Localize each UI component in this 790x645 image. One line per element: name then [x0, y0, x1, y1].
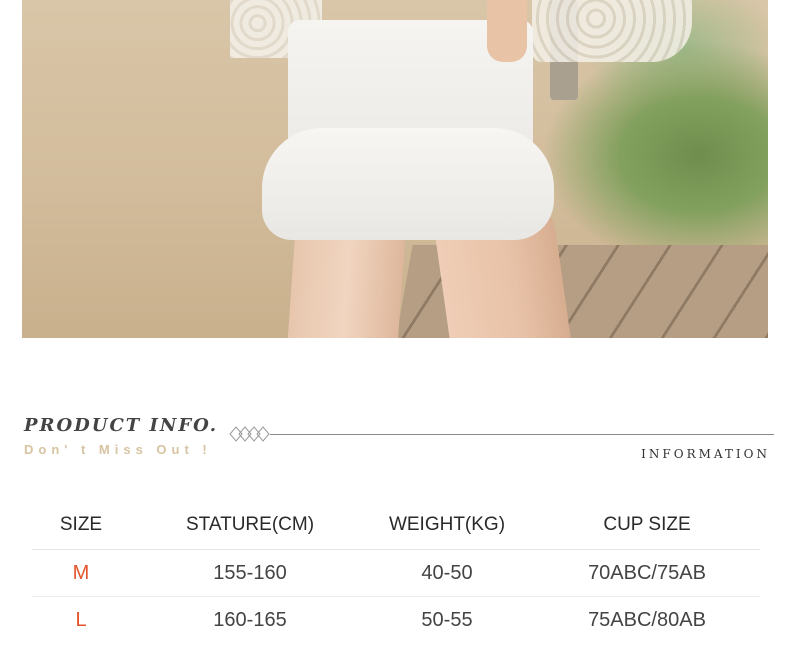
table-row: L 160-165 50-55 75ABC/80AB: [32, 597, 760, 644]
cup-size-value: 70ABC/75AB: [588, 562, 706, 584]
header-size: SIZE: [59, 513, 103, 535]
header-stature: STATURE(CM): [185, 513, 315, 535]
weight-value: 40-50: [421, 562, 473, 584]
product-info-title: PRODUCT INFO.: [24, 415, 219, 436]
photo-lace-top-right: [532, 0, 692, 62]
stature-value: 155-160: [213, 562, 287, 584]
table-header-row: SIZE STATURE(CM) WEIGHT(KG) CUP SIZE: [32, 500, 760, 550]
size-value: M: [72, 562, 90, 584]
cup-size-value: 75ABC/80AB: [588, 609, 706, 631]
product-info-subtitle: Don' t Miss Out !: [24, 442, 212, 457]
weight-value: 50-55: [421, 609, 473, 631]
table-row: M 155-160 40-50 70ABC/75AB: [32, 550, 760, 597]
information-label: INFORMATION: [641, 447, 770, 461]
photo-hand: [487, 0, 527, 62]
product-photo: [22, 0, 768, 338]
stature-value: 160-165: [213, 609, 287, 631]
section-divider: [270, 434, 774, 435]
size-value: L: [75, 609, 87, 631]
size-table: SIZE STATURE(CM) WEIGHT(KG) CUP SIZE M 1…: [32, 500, 760, 644]
header-weight: WEIGHT(KG): [388, 513, 506, 535]
header-cup-size: CUP SIZE: [603, 513, 691, 535]
diamond-ornament-icon: [229, 426, 270, 442]
photo-skirt-ruffle: [262, 128, 554, 240]
